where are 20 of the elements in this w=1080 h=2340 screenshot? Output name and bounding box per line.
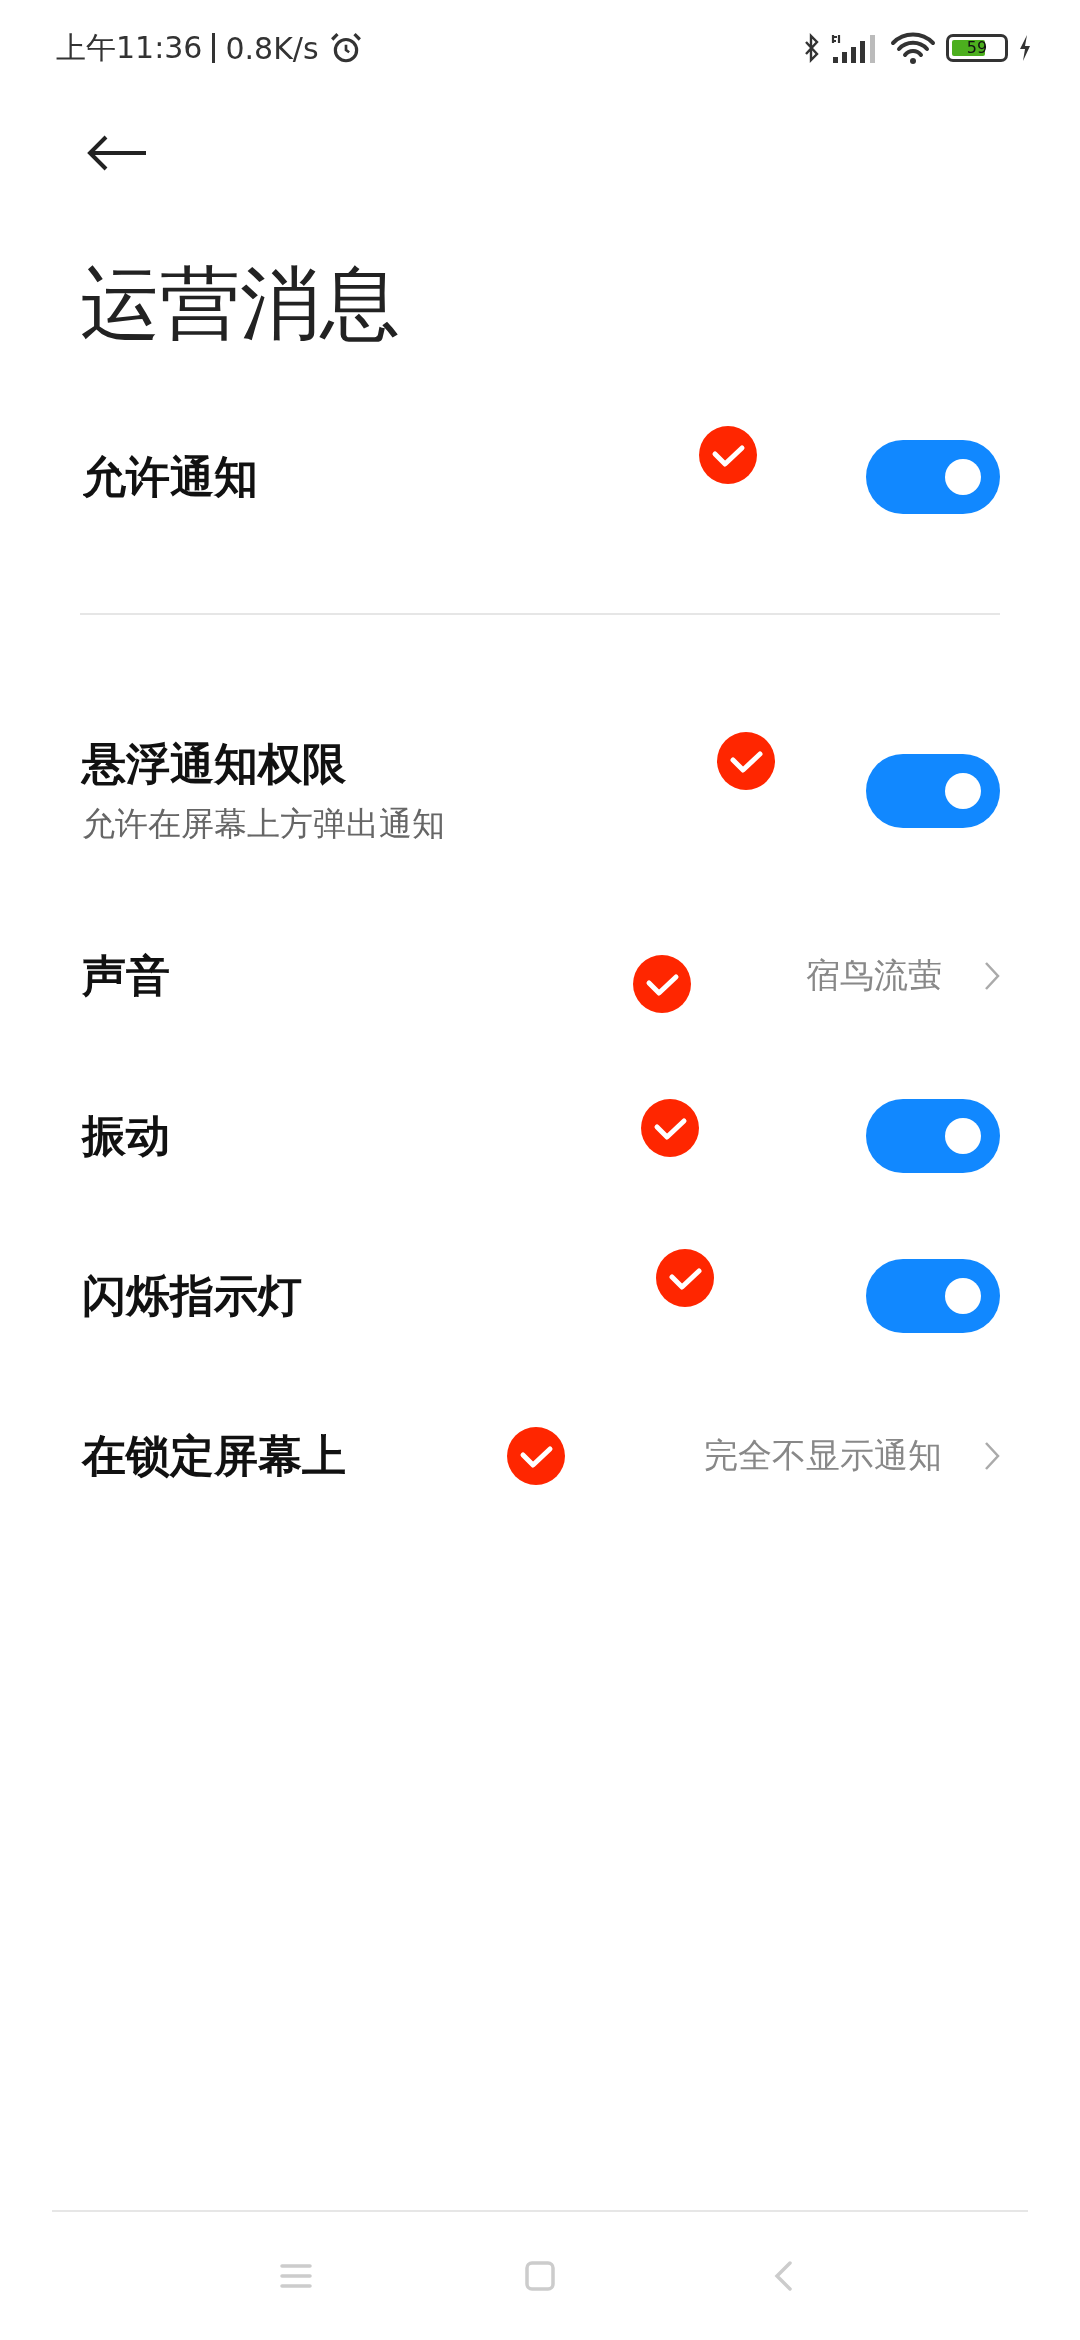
setting-label: 允许通知	[82, 449, 259, 504]
setting-label: 闪烁指示灯	[82, 1268, 303, 1323]
setting-label: 悬浮通知权限	[82, 737, 347, 791]
wifi-icon	[890, 31, 936, 65]
setting-description: 允许在屏幕上方弹出通知	[82, 803, 446, 845]
setting-value[interactable]: 宿鸟流萤	[806, 953, 942, 999]
alarm-icon	[328, 31, 363, 65]
chevron-right-icon[interactable]	[984, 1441, 1000, 1471]
charging-icon	[1018, 34, 1032, 62]
page-title: 运营消息	[79, 256, 401, 352]
setting-label: 振动	[82, 1108, 171, 1163]
separator-bar	[212, 33, 216, 63]
bluetooth-icon	[804, 33, 820, 63]
chevron-right-icon[interactable]	[984, 961, 1000, 991]
network-speed: 0.8K/s	[225, 30, 319, 66]
status-time: 上午11:36	[56, 28, 203, 67]
setting-label: 在锁定屏幕上	[82, 1428, 347, 1483]
setting-label: 声音	[82, 948, 171, 1003]
back-arrow-icon[interactable]	[86, 135, 148, 171]
setting-value[interactable]: 完全不显示通知	[704, 1433, 942, 1479]
